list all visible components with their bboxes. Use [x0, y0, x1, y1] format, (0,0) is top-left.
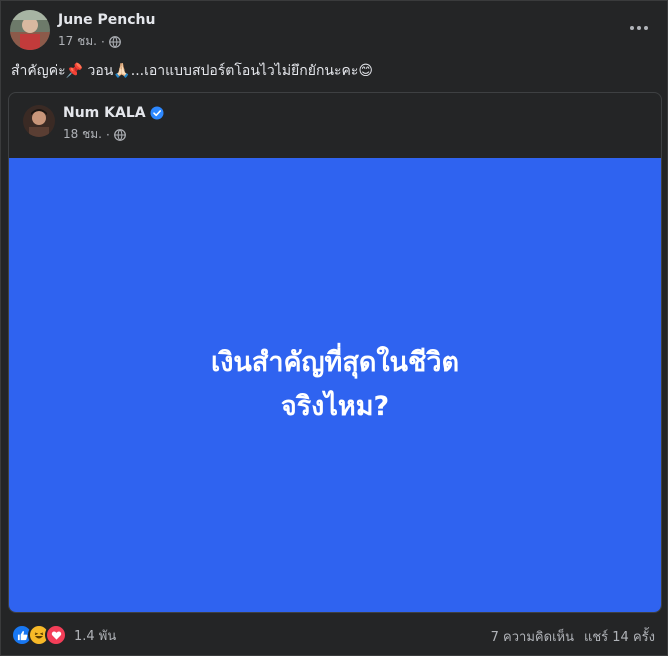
shared-post[interactable]: Num KALA 18 ชม. · เงินสำคัญที่สุดในชีวิต… — [8, 92, 662, 613]
text-background-card[interactable]: เงินสำคัญที่สุดในชีวิต จริงไหม? — [9, 158, 661, 612]
more-dot — [637, 26, 641, 30]
shared-post-meta: 18 ชม. · — [63, 125, 126, 144]
reaction-count[interactable]: 1.4 พัน — [74, 625, 116, 646]
meta-separator: · — [105, 127, 110, 142]
more-dot — [644, 26, 648, 30]
comments-count[interactable]: 7 ความคิดเห็น — [491, 626, 574, 647]
globe-icon[interactable] — [113, 128, 126, 141]
meta-separator: · — [100, 34, 105, 49]
verified-badge-icon — [150, 106, 164, 120]
shared-post-time[interactable]: 18 ชม. — [63, 125, 102, 144]
shared-author-name[interactable]: Num KALA — [63, 105, 146, 121]
card-line-1: เงินสำคัญที่สุดในชีวิต — [210, 347, 460, 378]
post-meta: 17 ชม. · — [58, 32, 121, 51]
shares-count[interactable]: แชร์ 14 ครั้ง — [584, 626, 655, 647]
card-line-2: จริงไหม? — [280, 391, 390, 422]
shared-author-avatar[interactable] — [23, 105, 55, 137]
post-card: June Penchu 17 ชม. · สำคัญค่ะ📌 วอน🙏🏻...เ… — [0, 0, 668, 656]
author-name[interactable]: June Penchu — [58, 12, 155, 28]
love-reaction-icon — [45, 624, 67, 646]
post-text: สำคัญค่ะ📌 วอน🙏🏻...เอาแบบสปอร์ตโอนไวไม่ยึ… — [11, 63, 373, 79]
more-horizontal-icon — [630, 26, 634, 30]
author-avatar[interactable] — [10, 10, 50, 50]
more-options-button[interactable] — [623, 16, 655, 40]
post-stats: 7 ความคิดเห็น แชร์ 14 ครั้ง — [491, 626, 655, 647]
post-footer: 1.4 พัน 7 ความคิดเห็น แชร์ 14 ครั้ง — [1, 621, 667, 647]
card-text: เงินสำคัญที่สุดในชีวิต จริงไหม? — [211, 341, 459, 429]
post-time[interactable]: 17 ชม. — [58, 32, 97, 51]
globe-icon[interactable] — [108, 35, 121, 48]
reactions-summary[interactable]: 1.4 พัน — [11, 624, 116, 646]
